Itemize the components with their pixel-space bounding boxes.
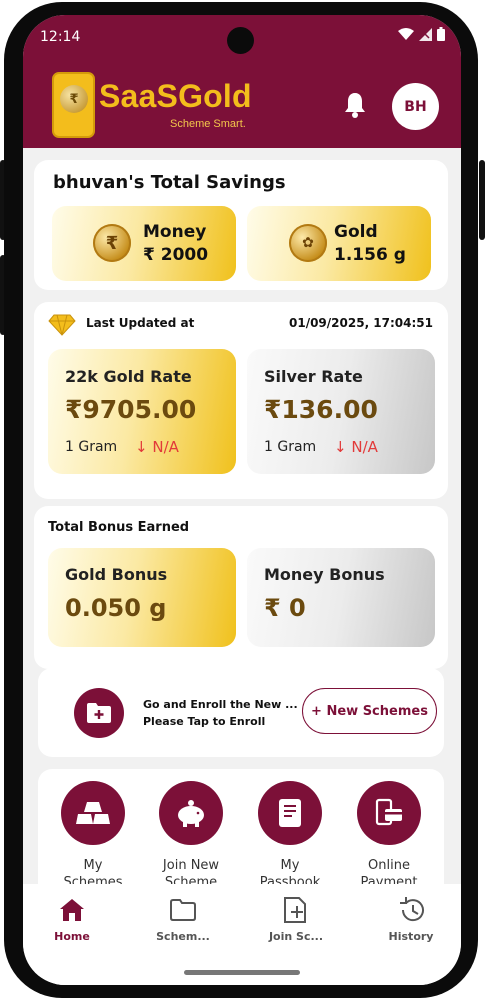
last-updated-label: Last Updated at [86, 316, 195, 330]
rates-card: Last Updated at 01/09/2025, 17:04:51 22k… [34, 302, 448, 499]
silver-rate-unit: 1 Gram [264, 439, 317, 455]
quick-action-line1: My [280, 858, 300, 873]
app-header: 12:14 ₹ SaaSGold Scheme Smart. BH [23, 15, 461, 148]
nav-join-scheme[interactable]: Join Sc... [256, 896, 336, 943]
gold-rate-tile[interactable]: 22k Gold Rate ₹9705.00 1 Gram ↓ N/A [48, 349, 236, 474]
money-bonus-value: ₹ 0 [264, 594, 306, 622]
money-value: ₹ 2000 [143, 245, 209, 265]
screen: 12:14 ₹ SaaSGold Scheme Smart. BH bhuvan… [23, 15, 461, 985]
nav-schemes-label: Schem... [156, 930, 210, 943]
nav-history[interactable]: History [371, 896, 451, 943]
diamond-icon [48, 314, 76, 340]
nav-home-label: Home [54, 930, 90, 943]
rupee-coin-icon: ₹ [93, 224, 131, 262]
add-folder-icon[interactable] [74, 688, 124, 738]
app-logo: ₹ SaaSGold Scheme Smart. [52, 72, 282, 138]
bottom-navigation: Home Schem... Join Sc... History [23, 884, 461, 985]
money-savings-tile[interactable]: ₹ Money ₹ 2000 [52, 206, 236, 281]
gold-bonus-tile[interactable]: Gold Bonus 0.050 g [48, 548, 236, 647]
home-indicator[interactable] [184, 970, 300, 975]
gold-bonus-title: Gold Bonus [65, 565, 168, 584]
gold-rate-change: ↓ N/A [135, 438, 179, 456]
enroll-card: Go and Enroll the New ... Please Tap to … [38, 668, 444, 757]
logo-phone-icon: ₹ [52, 72, 95, 138]
rupee-coin-icon: ₹ [60, 85, 88, 113]
silver-rate-change-value: N/A [351, 438, 378, 456]
arrow-down-icon: ↓ [334, 438, 347, 456]
status-time: 12:14 [40, 29, 81, 45]
enroll-message: Go and Enroll the New ... Please Tap to … [143, 696, 298, 730]
silver-rate-title: Silver Rate [264, 367, 363, 386]
quick-action-online-payment[interactable]: Online Payment [341, 781, 437, 891]
bonus-card: Total Bonus Earned Gold Bonus 0.050 g Mo… [34, 506, 448, 669]
quick-action-my-passbook[interactable]: My Passbook [242, 781, 338, 891]
quick-action-join-new-scheme[interactable]: Join New Scheme [143, 781, 239, 891]
money-bonus-tile[interactable]: Money Bonus ₹ 0 [247, 548, 435, 647]
piggy-bank-icon [159, 781, 223, 845]
last-updated-value: 01/09/2025, 17:04:51 [289, 316, 433, 330]
quick-action-my-schemes[interactable]: My Schemes [45, 781, 141, 891]
card-payment-icon [357, 781, 421, 845]
wifi-icon [398, 27, 414, 41]
quick-action-line1: Join New [162, 858, 220, 873]
gold-savings-tile[interactable]: ✿ Gold 1.156 g [247, 206, 431, 281]
status-icons [398, 27, 445, 41]
bell-icon[interactable] [340, 90, 370, 120]
nav-join-scheme-label: Join Sc... [268, 930, 324, 943]
silver-rate-value: ₹136.00 [264, 395, 378, 424]
passbook-icon [258, 781, 322, 845]
gold-coin-icon: ✿ [289, 224, 327, 262]
nav-history-label: History [388, 930, 434, 943]
gold-value: 1.156 g [334, 245, 406, 265]
phone-frame: 12:14 ₹ SaaSGold Scheme Smart. BH bhuvan… [0, 0, 485, 1000]
nav-home[interactable]: Home [32, 896, 112, 943]
savings-title: bhuvan's Total Savings [53, 172, 286, 193]
gold-rate-unit: 1 Gram [65, 439, 118, 455]
add-document-icon [256, 896, 336, 924]
gold-rate-change-value: N/A [152, 438, 179, 456]
quick-action-line1: My [83, 858, 103, 873]
enroll-line-1: Go and Enroll the New ... [143, 698, 298, 711]
app-name: SaaSGold [99, 78, 252, 114]
new-schemes-button[interactable]: + New Schemes [302, 688, 437, 734]
enroll-line-2: Please Tap to Enroll [143, 715, 266, 728]
quick-action-line1: Online [368, 858, 410, 873]
bonus-title: Total Bonus Earned [48, 520, 190, 535]
money-bonus-title: Money Bonus [264, 565, 385, 584]
silver-rate-tile[interactable]: Silver Rate ₹136.00 1 Gram ↓ N/A [247, 349, 435, 474]
avatar[interactable]: BH [392, 83, 439, 130]
battery-icon [437, 27, 445, 41]
gold-label: Gold [334, 222, 378, 242]
signal-icon [419, 27, 432, 41]
gold-rate-value: ₹9705.00 [65, 395, 197, 424]
money-label: Money [143, 222, 207, 242]
folder-icon [143, 896, 223, 924]
gold-rate-title: 22k Gold Rate [65, 367, 192, 386]
arrow-down-icon: ↓ [135, 438, 148, 456]
savings-card: bhuvan's Total Savings ₹ Money ₹ 2000 ✿ … [34, 160, 448, 290]
side-button-right [479, 160, 485, 240]
app-tagline: Scheme Smart. [170, 118, 246, 130]
home-icon [32, 896, 112, 924]
silver-rate-change: ↓ N/A [334, 438, 378, 456]
gold-bars-icon [61, 781, 125, 845]
front-camera [227, 27, 254, 54]
history-icon [371, 896, 451, 924]
nav-schemes[interactable]: Schem... [143, 896, 223, 943]
gold-bonus-value: 0.050 g [65, 594, 167, 622]
